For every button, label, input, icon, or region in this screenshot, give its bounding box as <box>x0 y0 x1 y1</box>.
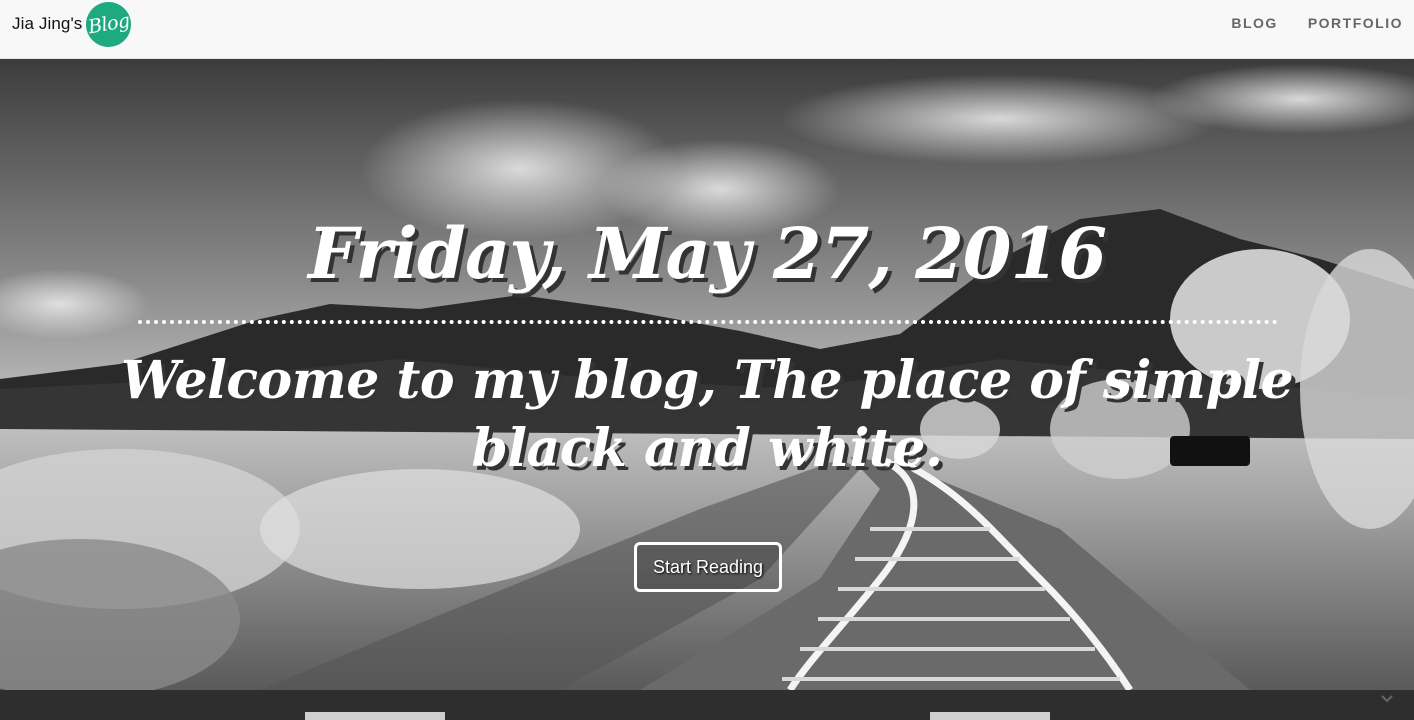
hero-dotted-divider <box>138 320 1278 324</box>
nav-link-portfolio[interactable]: PORTFOLIO <box>1308 15 1403 31</box>
blog-badge-logo: Blog <box>86 1 132 47</box>
next-section-heading-glyphs <box>305 712 445 720</box>
next-section-strip <box>0 690 1414 720</box>
brand-logo-link[interactable]: Jia Jing's Blog <box>12 0 132 48</box>
nav-links: BLOG PORTFOLIO <box>1201 15 1403 31</box>
brand-text: Jia Jing's <box>12 14 83 33</box>
hero-welcome-heading: Welcome to my blog, The place of simple … <box>120 350 1294 479</box>
nav-link-blog[interactable]: BLOG <box>1231 15 1277 31</box>
hero-section: Friday, May 27, 2016 Welcome to my blog,… <box>0 59 1414 690</box>
navbar: Jia Jing's Blog BLOG PORTFOLIO <box>0 0 1414 59</box>
next-section-heading-glyphs <box>930 712 1050 720</box>
start-reading-button[interactable]: Start Reading <box>634 542 782 592</box>
chevron-down-icon[interactable] <box>1380 692 1394 706</box>
hero-date-heading: Friday, May 27, 2016 <box>308 212 1107 295</box>
blog-badge-text: Blog <box>86 9 132 39</box>
